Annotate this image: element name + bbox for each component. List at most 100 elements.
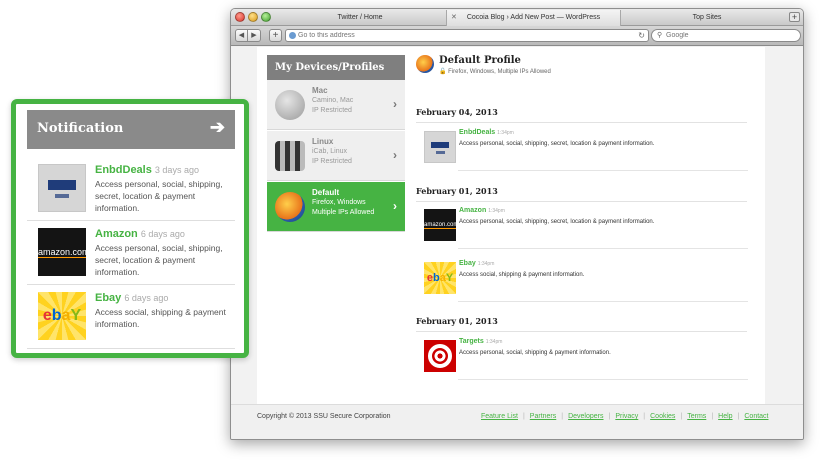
separator: | — [643, 413, 646, 420]
feed-date: February 04, 2013 — [416, 107, 498, 117]
divider — [416, 331, 747, 332]
amazon-logo-text: amazon.com — [38, 247, 86, 258]
separator: | — [737, 413, 740, 420]
search-icon: ⚲ — [657, 32, 663, 39]
notification-item[interactable]: ebaY Ebay 6 days ago Access social, ship… — [27, 286, 235, 349]
footer-link-help[interactable]: Help — [718, 413, 732, 420]
browser-window: Twitter / Home ✕ Cocoia Blog › Add New Po… — [230, 8, 804, 440]
divider — [416, 201, 747, 202]
profile-subtitle-text: Firefox, Windows, Multiple IPs Allowed — [448, 69, 551, 75]
device-item-mac[interactable]: Mac Camino, Mac IP Restricted › — [267, 80, 405, 130]
address-input[interactable] — [298, 30, 628, 41]
amazon-logo: amazon.com — [38, 228, 86, 276]
forward-button[interactable]: ▶ — [248, 29, 261, 42]
device-restriction: IP Restricted — [312, 158, 352, 165]
target-logo — [424, 340, 456, 372]
feed-entry-description: Access personal, social, shipping, secre… — [459, 219, 655, 225]
device-restriction: IP Restricted — [312, 107, 352, 114]
device-restriction: Multiple IPs Allowed — [312, 209, 375, 216]
footer-link-developers[interactable]: Developers — [568, 413, 603, 420]
device-detail: iCab, Linux — [312, 148, 348, 155]
ebay-logo-letter: e — [42, 307, 52, 324]
footer-link-partners[interactable]: Partners — [530, 413, 556, 420]
item-name-text: Ebay — [95, 292, 122, 304]
footer-link-privacy[interactable]: Privacy — [615, 413, 638, 420]
device-name: Linux — [312, 137, 334, 146]
globe-icon — [289, 32, 296, 39]
screenshot-stage: Twitter / Home ✕ Cocoia Blog › Add New Po… — [0, 0, 823, 468]
tab-cocoia-blog[interactable]: ✕ Cocoia Blog › Add New Post — WordPress — [446, 10, 621, 26]
separator: | — [608, 413, 611, 420]
minimize-window-button[interactable] — [248, 12, 258, 22]
separator: | — [680, 413, 683, 420]
tab-top-sites[interactable]: Top Sites — [623, 10, 791, 26]
close-tab-icon[interactable]: ✕ — [451, 10, 457, 25]
main-panel: My Devices/Profiles Mac Camino, Mac IP R… — [257, 47, 765, 404]
amazon-logo: amazon.com — [424, 209, 456, 241]
search-input[interactable] — [666, 30, 786, 41]
unlock-icon: 🔓 — [439, 69, 447, 75]
feed-entry-name[interactable]: Ebay 1:34pm — [459, 260, 494, 267]
page-footer: Copyright © 2013 SSU Secure Corporation … — [231, 404, 803, 439]
profile-subtitle: 🔓 Firefox, Windows, Multiple IPs Allowed — [439, 68, 551, 75]
camino-icon — [275, 90, 305, 120]
feed-entry: ebaY Ebay 1:34pm Access social, shipping… — [422, 258, 748, 302]
ebay-logo-letter: Y — [445, 272, 454, 284]
feed-entry: EnbdDeals 1:34pm Access personal, social… — [422, 127, 748, 171]
devices-heading: My Devices/Profiles — [267, 55, 405, 80]
entry-name-text: EnbdDeals — [459, 129, 496, 136]
feed-entry: Targets 1:34pm Access personal, social, … — [422, 336, 748, 380]
separator: | — [561, 413, 564, 420]
item-time: 6 days ago — [124, 293, 169, 303]
address-bar[interactable]: ↻ — [285, 29, 649, 42]
notification-item-description: Access personal, social, shipping, secre… — [95, 243, 223, 277]
notification-item[interactable]: amazon.com Amazon 6 days ago Access pers… — [27, 222, 235, 285]
ebay-logo: ebaY — [424, 262, 456, 294]
ebay-logo-letter: b — [51, 307, 62, 324]
back-button[interactable]: ◀ — [235, 29, 248, 42]
item-name-text: Amazon — [95, 228, 138, 240]
entry-time: 1:34pm — [488, 208, 505, 214]
add-bookmark-button[interactable]: + — [269, 29, 282, 42]
footer-link-cookies[interactable]: Cookies — [650, 413, 675, 420]
close-window-button[interactable] — [235, 12, 245, 22]
divider — [458, 170, 748, 171]
feed-date: February 01, 2013 — [416, 186, 498, 196]
divider — [458, 248, 748, 249]
copyright-text: Copyright © 2013 SSU Secure Corporation — [257, 413, 391, 420]
tab-label: Cocoia Blog › Add New Post — WordPress — [466, 14, 601, 21]
ebay-logo-letter: b — [432, 272, 440, 284]
footer-link-contact[interactable]: Contact — [744, 413, 768, 420]
notification-item-description: Access personal, social, shipping, secre… — [95, 179, 223, 213]
footer-link-feature-list[interactable]: Feature List — [481, 413, 518, 420]
zoom-window-button[interactable] — [261, 12, 271, 22]
entry-time: 1:34pm — [497, 130, 514, 136]
device-item-default[interactable]: Default Firefox, Windows Multiple IPs Al… — [267, 182, 405, 232]
divider — [458, 379, 748, 380]
chevron-right-icon: › — [393, 199, 397, 213]
notification-item[interactable]: EnbdDeals 3 days ago Access personal, so… — [27, 158, 235, 221]
nav-buttons: ◀ ▶ — [235, 29, 261, 42]
search-field[interactable]: ⚲ — [651, 29, 801, 42]
notification-item-name: EnbdDeals 3 days ago — [95, 164, 199, 176]
feed-entry-name[interactable]: Amazon 1:34pm — [459, 207, 505, 214]
entry-name-text: Targets — [459, 338, 484, 345]
feed-entry-name[interactable]: EnbdDeals 1:34pm — [459, 129, 514, 136]
reload-icon[interactable]: ↻ — [638, 30, 645, 41]
ebay-logo: ebaY — [38, 292, 86, 340]
notification-header[interactable]: Notification ➔ — [27, 110, 235, 149]
device-item-linux[interactable]: Linux iCab, Linux IP Restricted › — [267, 131, 405, 181]
feed-entry-description: Access personal, social, shipping, secre… — [459, 141, 655, 147]
firefox-icon — [416, 55, 434, 73]
enbddeals-logo — [424, 131, 456, 163]
notification-item-description: Access social, shipping & payment inform… — [95, 307, 226, 329]
footer-link-terms[interactable]: Terms — [687, 413, 706, 420]
footer-links: Feature List | Partners | Developers | Priv… — [481, 413, 769, 420]
arrow-right-icon[interactable]: ➔ — [210, 117, 225, 138]
new-tab-button[interactable]: + — [789, 12, 800, 22]
feed-entry-name[interactable]: Targets 1:34pm — [459, 338, 502, 345]
browser-toolbar: ◀ ▶ + ↻ ⚲ — [231, 26, 803, 46]
tab-twitter[interactable]: Twitter / Home — [275, 10, 445, 26]
device-name: Default — [312, 188, 340, 197]
enbddeals-logo — [38, 164, 86, 212]
